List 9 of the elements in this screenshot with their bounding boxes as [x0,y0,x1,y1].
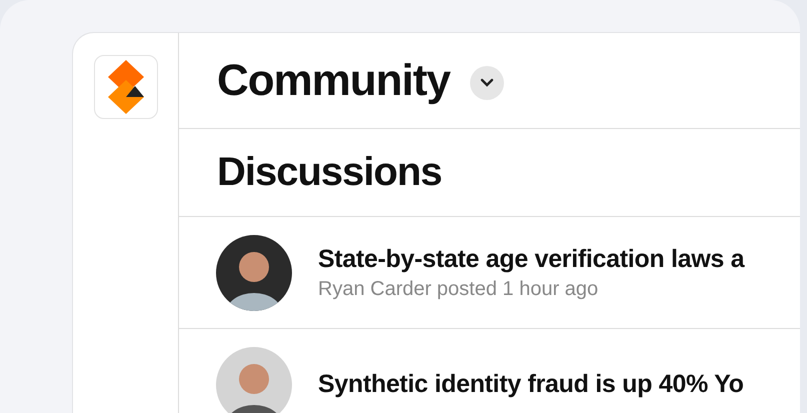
chevron-down-icon [480,78,494,87]
post-title[interactable]: Synthetic identity fraud is up 40% Yo [318,370,744,399]
section-title: Discussions [217,150,442,195]
dropdown-button[interactable] [470,66,504,100]
logo-icon [108,60,144,114]
page-title: Community [217,56,450,106]
post-title[interactable]: State-by-state age verification laws a [318,244,744,274]
logo-tile[interactable] [94,55,158,119]
post-meta: Ryan Carder posted 1 hour ago [318,278,600,300]
